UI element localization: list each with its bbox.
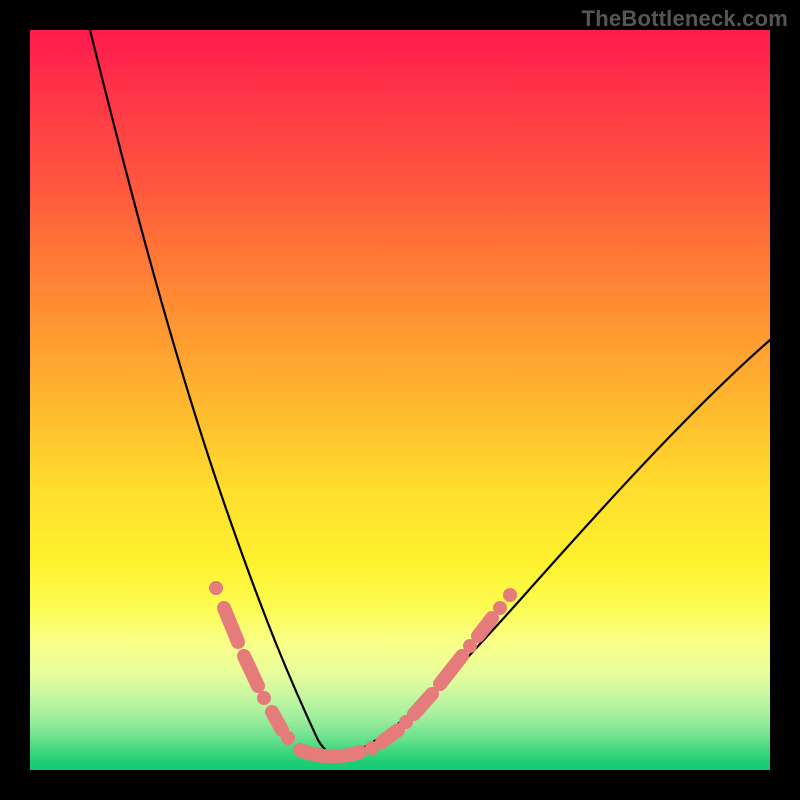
- salmon-seg: [224, 608, 238, 642]
- bottleneck-curve: [90, 30, 770, 757]
- salmon-seg: [440, 656, 462, 684]
- plot-area: [30, 30, 770, 770]
- salmon-seg: [382, 730, 398, 742]
- watermark-text: TheBottleneck.com: [582, 6, 788, 32]
- salmon-dot: [503, 588, 517, 602]
- salmon-seg: [272, 712, 282, 730]
- curve-svg: [30, 30, 770, 770]
- salmon-seg: [300, 750, 360, 757]
- salmon-dot: [257, 691, 271, 705]
- salmon-dot: [493, 601, 507, 615]
- salmon-seg: [414, 694, 432, 714]
- salmon-dot: [209, 581, 223, 595]
- salmon-dot: [281, 731, 295, 745]
- salmon-seg: [244, 656, 258, 686]
